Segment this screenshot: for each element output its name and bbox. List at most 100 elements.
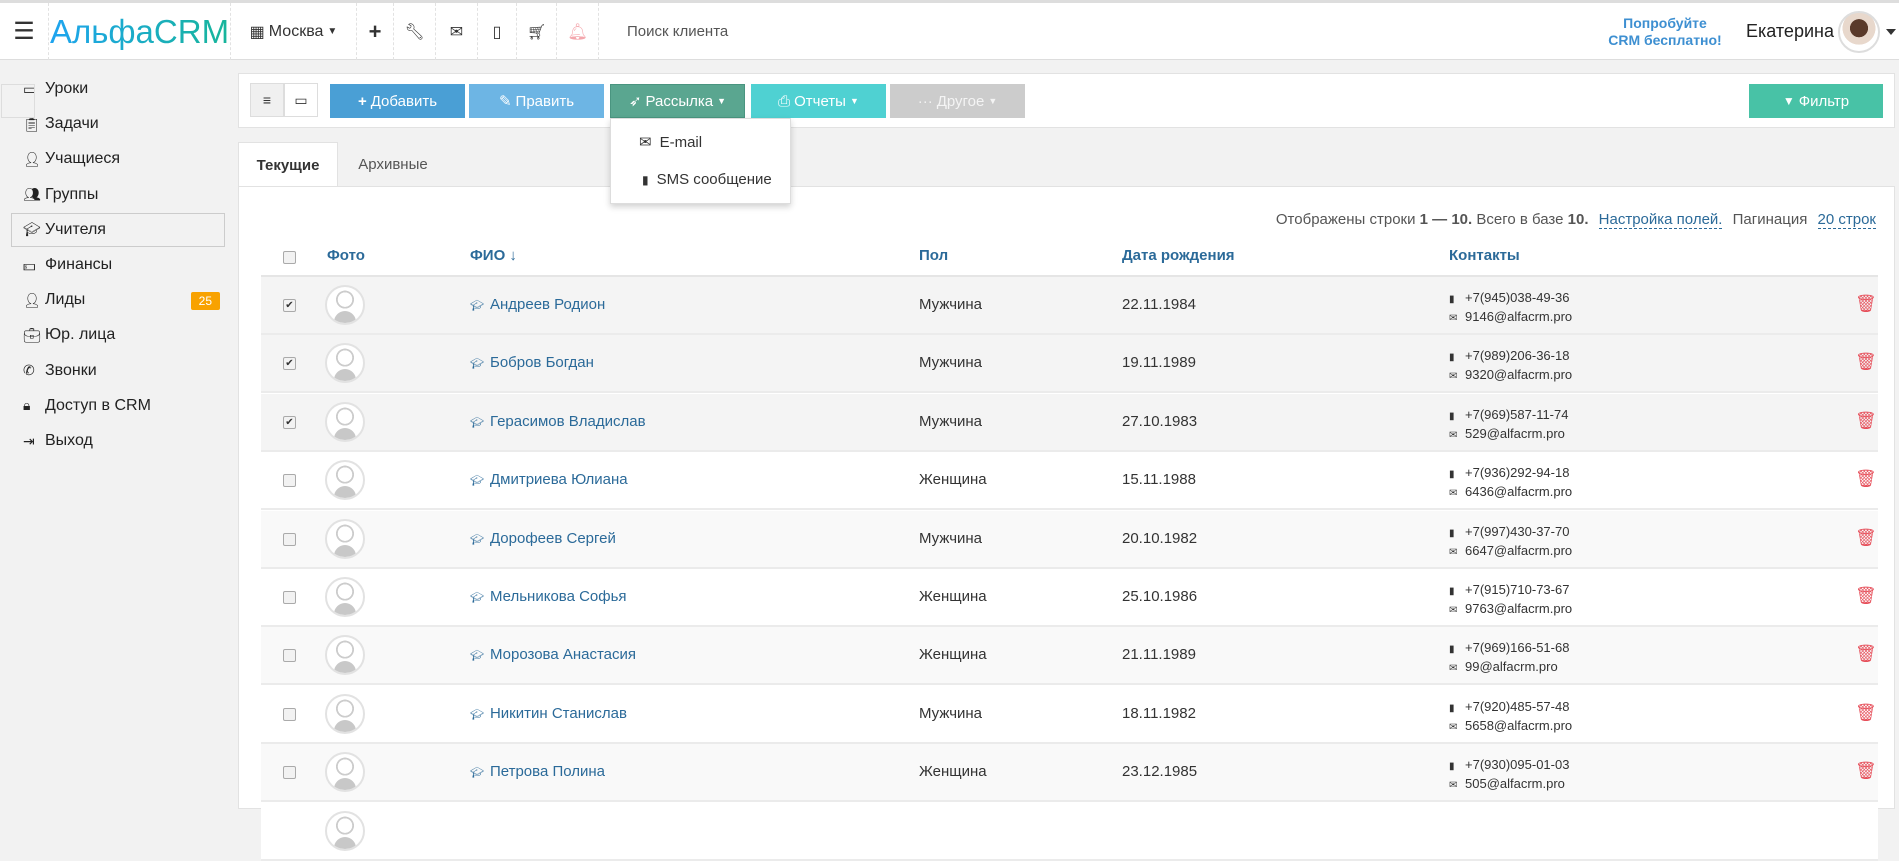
branch-selector[interactable]: ▦ Москва ▼ (231, 3, 357, 60)
row-checkbox[interactable] (283, 532, 296, 546)
logo[interactable]: АльфаCRM (50, 13, 229, 51)
mobile-icon[interactable]: ▯ (478, 3, 517, 60)
trash-icon[interactable]: 🗑︎ (1855, 469, 1877, 489)
trash-icon[interactable]: 🗑︎ (1855, 294, 1877, 314)
envelope-icon: ✉ (1449, 721, 1458, 733)
bell-icon[interactable]: 🔔︎ (557, 3, 599, 60)
edit-button[interactable]: ✎ Править (469, 84, 604, 118)
birth-date: 21.11.1989 (1122, 646, 1196, 664)
row-checkbox[interactable] (283, 649, 296, 663)
teacher-name-link[interactable]: 🎓︎ Морозова Анастасия (470, 646, 636, 663)
trash-icon[interactable]: 🗑︎ (1855, 411, 1877, 431)
trash-icon[interactable]: 🗑︎ (1855, 761, 1877, 781)
contacts: ▮ +7(920)485-57-48 ✉ 5658@alfacrm.pro (1449, 698, 1572, 736)
sidebar-item-label: Выход (45, 432, 93, 449)
graduation-cap-icon: 🎓︎ (470, 650, 484, 663)
cart-icon[interactable]: 🛒︎ (517, 3, 557, 60)
graduation-cap-icon: 🎓︎ (470, 592, 484, 604)
table-row: 🎓︎ Дмитриева Юлиана Женщина 15.11.1988 ▮ +… (261, 452, 1878, 511)
envelope-icon: ✉ (1449, 546, 1458, 558)
gender: Мужчина (919, 296, 983, 313)
menu-item-sms[interactable]: ▮ SMS сообщение (642, 171, 772, 188)
row-checkbox[interactable] (283, 591, 296, 604)
sidebar-item-1[interactable]: 📋︎ Задачи (11, 107, 225, 141)
teacher-name-link[interactable]: 🎓︎ Бобров Богдан (470, 354, 594, 371)
select-all-checkbox[interactable] (283, 251, 296, 264)
teacher-name-link[interactable]: 🎓︎ Андреев Родион (470, 296, 605, 313)
lock-icon: 🔒︎ (23, 397, 31, 414)
teacher-name-link[interactable]: 🎓︎ Мельникова Софья (470, 588, 627, 605)
client-search-input[interactable]: Поиск клиента (627, 23, 728, 40)
gender: Мужчина (919, 412, 983, 430)
teacher-name-link[interactable]: 🎓︎ Петрова Полина (470, 763, 605, 780)
user-name[interactable]: Екатерина (1746, 21, 1834, 42)
row-checkbox[interactable]: ✔ (283, 299, 296, 312)
calendar-icon: ▭ (294, 91, 308, 108)
row-checkbox[interactable] (283, 474, 296, 488)
mobile-icon: ▮ (1449, 702, 1455, 714)
user-menu-caret-icon[interactable] (1886, 29, 1896, 35)
teacher-name: Герасимов Владислав (489, 412, 646, 430)
photo-placeholder (325, 577, 365, 617)
row-checkbox[interactable] (283, 707, 296, 721)
sidebar-item-label: Учителя (45, 220, 106, 238)
birth-date: 18.11.1982 (1122, 704, 1196, 722)
trash-icon[interactable]: 🗑︎ (1855, 528, 1877, 548)
filter-icon: ▼ (1782, 94, 1795, 108)
header-name[interactable]: ФИО ↓ (470, 247, 517, 264)
birth-date: 22.11.1984 (1122, 296, 1196, 313)
sidebar-item-4[interactable]: 🎓︎ Учителя (11, 212, 225, 247)
header-birth[interactable]: Дата рождения (1122, 247, 1235, 264)
phone: +7(930)095-01-03 (1465, 757, 1570, 773)
teacher-name-link[interactable]: 🎓︎ Дорофеев Сергей (470, 530, 616, 547)
field-settings-link[interactable]: Настройка полей. (1598, 211, 1723, 229)
sidebar-item-label: Доступ в CRM (45, 396, 151, 414)
teacher-name-link[interactable]: 🎓︎ Никитин Станислав (470, 705, 627, 722)
teacher-name: Мельникова Софья (489, 588, 627, 605)
sidebar-item-5[interactable]: 💵︎ Финансы (11, 248, 225, 282)
mailing-button[interactable]: ➶ Рассылка ▼ (610, 84, 745, 118)
mailing-dropdown: ✉ E-mail ▮ SMS сообщение (610, 118, 791, 204)
sidebar-item-10[interactable]: ⇥ Выход (11, 424, 225, 458)
menu-item-email[interactable]: ✉ E-mail (639, 133, 702, 152)
tab-archived[interactable]: Архивные (338, 142, 448, 187)
sidebar-item-0[interactable]: ▭ Уроки (11, 72, 225, 106)
trash-icon[interactable]: 🗑︎ (1855, 352, 1877, 372)
caret-down-icon: ▼ (849, 96, 859, 106)
hamburger-menu-icon[interactable]: ☰ (0, 3, 49, 60)
wrench-icon[interactable]: 🔧︎ (394, 3, 436, 60)
birth-date: 23.12.1985 (1122, 763, 1198, 781)
teacher-name-link[interactable]: 🎓︎ Дмитриева Юлиана (470, 471, 628, 488)
sign-out-icon: ⇥ (23, 432, 35, 449)
tab-current[interactable]: Текущие (238, 142, 338, 187)
add-button[interactable]: + Добавить (330, 84, 465, 118)
sidebar-item-9[interactable]: 🔒︎ Доступ в CRM (11, 389, 225, 423)
photo-placeholder (325, 460, 365, 501)
envelope-icon[interactable]: ✉ (436, 3, 478, 60)
sidebar-item-8[interactable]: ✆ Звонки (11, 354, 225, 388)
other-button[interactable]: ··· Другое ▼ (890, 84, 1025, 118)
row-checkbox[interactable]: ✔ (283, 415, 296, 429)
sidebar-item-2[interactable]: 👤︎ Учащиеся (11, 142, 225, 176)
trash-icon[interactable]: 🗑︎ (1855, 644, 1877, 664)
filter-button[interactable]: ▼ Фильтр (1749, 84, 1883, 118)
row-checkbox[interactable]: ✔ (283, 357, 296, 371)
plus-icon[interactable]: + (357, 3, 394, 60)
user-avatar[interactable] (1838, 11, 1880, 53)
sidebar-item-7[interactable]: 💼︎ Юр. лица (11, 318, 225, 352)
header-gender[interactable]: Пол (919, 247, 948, 264)
promo-line-1: Попробуйте (1623, 15, 1707, 31)
promo-link[interactable]: Попробуйте CRM бесплатно! (1600, 15, 1730, 49)
pagination-select[interactable]: 20 строк (1817, 211, 1876, 229)
list-view-button[interactable]: ≡ (250, 83, 284, 117)
sidebar-item-6[interactable]: 👤︎ Лиды 25 (11, 283, 225, 317)
row-checkbox[interactable] (283, 766, 296, 780)
filter-label: Фильтр (1798, 92, 1850, 110)
trash-icon[interactable]: 🗑︎ (1855, 703, 1877, 723)
phone: +7(969)166-51-68 (1465, 640, 1570, 656)
calendar-view-button[interactable]: ▭ (284, 83, 318, 117)
reports-button[interactable]: ⎙ Отчеты ▼ (751, 84, 886, 118)
teacher-name-link[interactable]: 🎓︎ Герасимов Владислав (470, 413, 646, 430)
trash-icon[interactable]: 🗑︎ (1855, 586, 1877, 606)
sidebar-item-3[interactable]: 👥︎ Группы (11, 178, 225, 212)
